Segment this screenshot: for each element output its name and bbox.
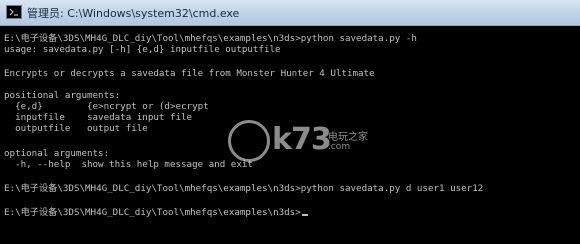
watermark-chinese-text: 电玩之家 bbox=[328, 132, 368, 143]
watermark-brand: k73 bbox=[272, 122, 332, 157]
text-cursor bbox=[301, 214, 308, 216]
console-line: Encrypts or decrypts a savedata file fro… bbox=[4, 68, 375, 79]
console-line: optional arguments: bbox=[4, 148, 110, 159]
window-title: 管理员: C:\Windows\system32\cmd.exe bbox=[27, 7, 240, 20]
console-line: E:\电子设备\3DS\MH4G_DLC_diy\Tool\mhefqs\exa… bbox=[4, 183, 484, 194]
cmd-window: 管理员: C:\Windows\system32\cmd.exe E:\电子设备… bbox=[0, 0, 580, 244]
console-line: usage: savedata.py [-h] {e,d} inputfile … bbox=[4, 44, 281, 55]
k73-watermark: k73 电玩之家 .com bbox=[228, 118, 378, 170]
cmd-icon bbox=[6, 5, 22, 19]
console-line: positional arguments: bbox=[4, 90, 121, 101]
watermark-circle-logo bbox=[228, 120, 270, 162]
title-bar[interactable]: 管理员: C:\Windows\system32\cmd.exe bbox=[0, 0, 580, 26]
console-line: E:\电子设备\3DS\MH4G_DLC_diy\Tool\mhefqs\exa… bbox=[4, 33, 417, 44]
watermark-domain: .com bbox=[328, 142, 351, 152]
console-line: -h, --help show this help message and ex… bbox=[4, 159, 253, 170]
console-line: {e,d} {e>ncrypt or (d>ecrypt bbox=[4, 101, 209, 112]
console-line: outputfile output file bbox=[4, 123, 148, 134]
console-line: inputfile savedata input file bbox=[4, 112, 193, 123]
prompt-text: E:\电子设备\3DS\MH4G_DLC_diy\Tool\mhefqs\exa… bbox=[4, 207, 301, 218]
console-output[interactable]: E:\电子设备\3DS\MH4G_DLC_diy\Tool\mhefqs\exa… bbox=[0, 26, 580, 244]
prompt-line: E:\电子设备\3DS\MH4G_DLC_diy\Tool\mhefqs\exa… bbox=[4, 207, 308, 218]
